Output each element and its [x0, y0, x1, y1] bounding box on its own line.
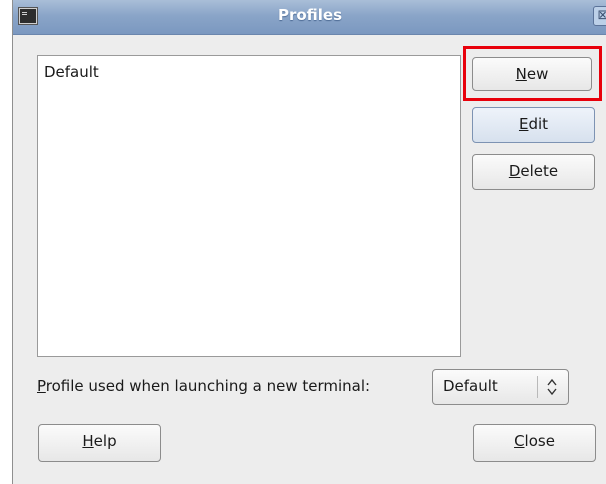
delete-button[interactable]: Delete	[472, 154, 595, 190]
mnemonic: D	[508, 162, 521, 180]
mnemonic: N	[515, 65, 527, 83]
button-label: dit	[528, 115, 549, 133]
launch-profile-label: Profile used when launching a new termin…	[37, 377, 370, 395]
list-item[interactable]: Default	[38, 56, 460, 85]
help-button[interactable]: Help	[38, 424, 161, 462]
close-button[interactable]: Close	[473, 424, 596, 462]
window-title: Profiles	[277, 6, 343, 24]
select-divider	[537, 376, 538, 398]
up-down-arrows-icon	[542, 374, 562, 400]
button-label: lose	[524, 432, 555, 450]
edit-button[interactable]: Edit	[472, 107, 595, 143]
mnemonic: H	[82, 432, 94, 450]
window-close-button[interactable]: ⊠	[593, 6, 606, 26]
title-bar[interactable]: Profiles ⊠	[13, 0, 606, 35]
mnemonic: P	[37, 377, 46, 395]
launch-profile-select[interactable]: Default	[432, 369, 569, 405]
label-text: rofile used when launching a new termina…	[45, 377, 371, 395]
button-label: elp	[93, 432, 117, 450]
select-value: Default	[443, 377, 498, 395]
profiles-dialog: Profiles ⊠ Default New Edit Delete Profi…	[12, 0, 606, 484]
profile-list[interactable]: Default	[37, 55, 461, 357]
mnemonic: C	[514, 432, 525, 450]
button-label: ew	[526, 65, 549, 83]
button-label: elete	[520, 162, 559, 180]
new-button[interactable]: New	[472, 57, 592, 91]
